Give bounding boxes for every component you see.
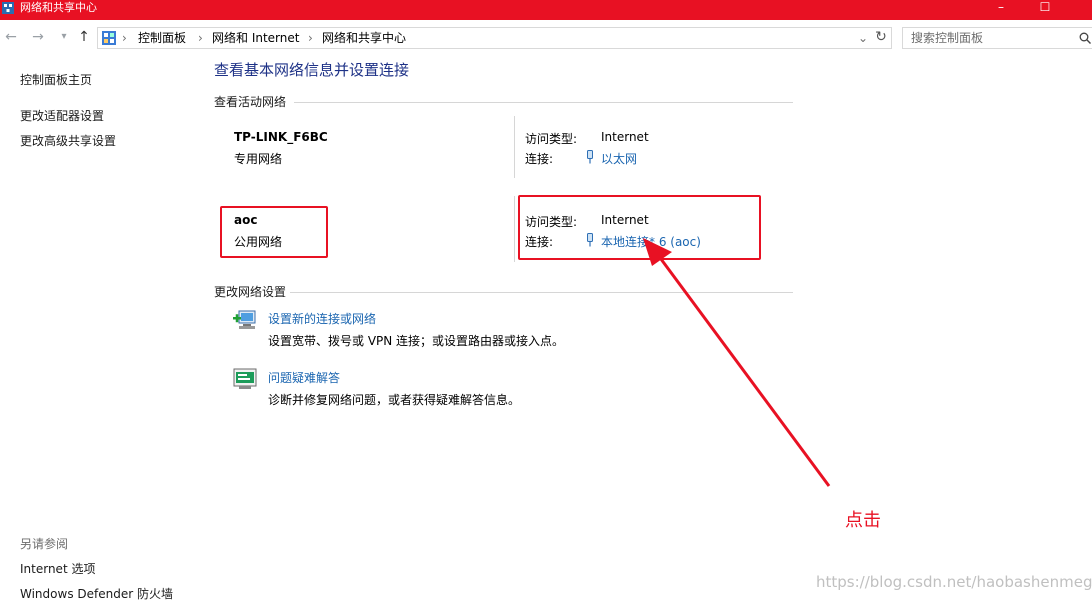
watermark: https://blog.csdn.net/haobashenmegui bbox=[816, 573, 1092, 591]
annotation-arrow bbox=[643, 238, 831, 487]
annotation-label: 点击 bbox=[845, 510, 881, 531]
